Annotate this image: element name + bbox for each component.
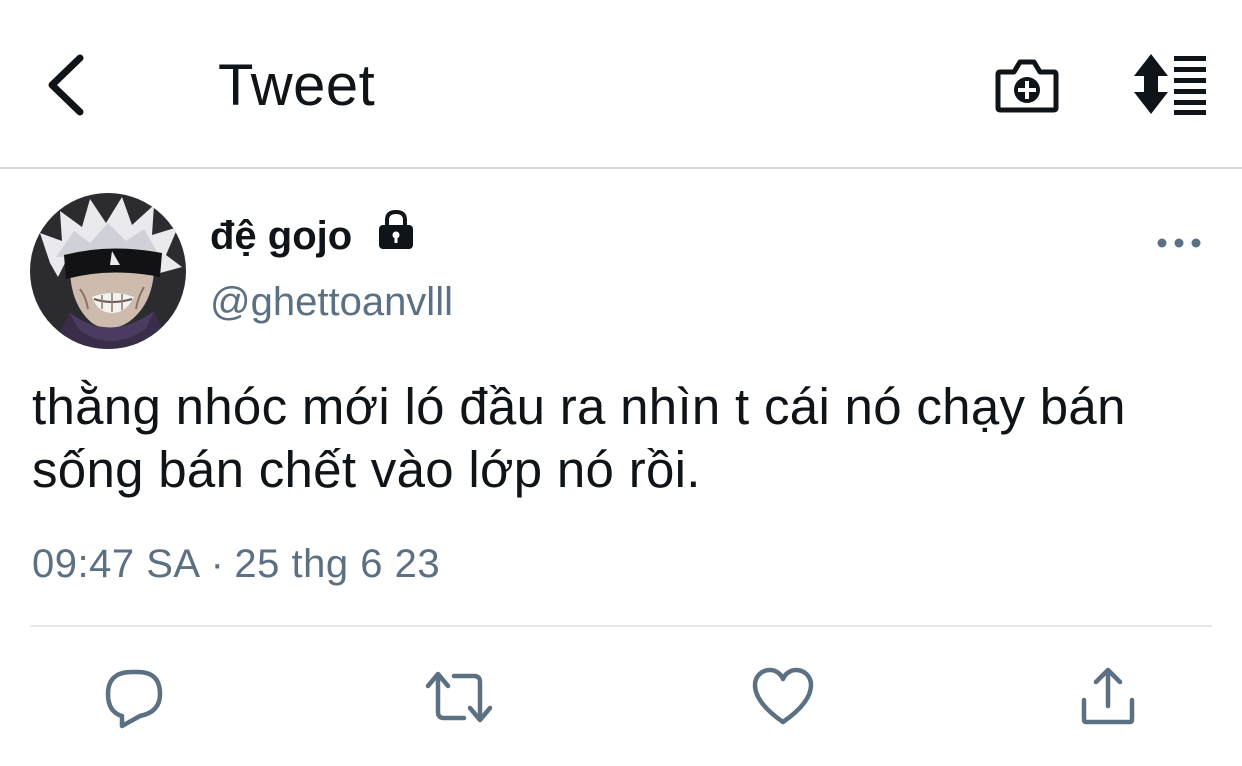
- tweet-time: 09:47 SA: [32, 542, 201, 586]
- camera-button[interactable]: [992, 50, 1062, 120]
- tweet-timestamp: 09:47 SA · 25 thg 6 23: [32, 542, 440, 587]
- meta-separator: ·: [210, 542, 225, 586]
- camera-add-icon: [995, 59, 1059, 113]
- sort-button[interactable]: [1130, 52, 1210, 116]
- actions-divider: [30, 625, 1212, 627]
- header-divider: [0, 167, 1242, 169]
- more-dots-icon: [1157, 238, 1201, 248]
- share-icon: [1081, 667, 1135, 725]
- tweet-text: thằng nhóc mới ló đầu ra nhìn t cái nó c…: [32, 378, 1126, 498]
- display-name[interactable]: đệ gojo: [210, 214, 352, 259]
- heart-icon: [752, 667, 814, 725]
- sort-lines-icon: [1134, 54, 1206, 115]
- lock-icon: [375, 208, 417, 250]
- like-button[interactable]: [750, 664, 816, 730]
- retweet-button[interactable]: [424, 664, 493, 730]
- user-handle[interactable]: @ghettoanvlll: [210, 280, 453, 325]
- share-button[interactable]: [1076, 664, 1142, 730]
- back-button[interactable]: [40, 50, 96, 120]
- top-nav-bar: Tweet: [0, 0, 1242, 168]
- more-options-button[interactable]: [1152, 226, 1206, 260]
- page-title: Tweet: [218, 53, 376, 118]
- reply-button[interactable]: [102, 664, 168, 730]
- tweet-date: 25 thg 6 23: [234, 542, 441, 586]
- retweet-icon: [425, 671, 493, 723]
- reply-icon: [105, 669, 163, 729]
- avatar[interactable]: [30, 193, 186, 349]
- chevron-left-icon: [48, 54, 84, 116]
